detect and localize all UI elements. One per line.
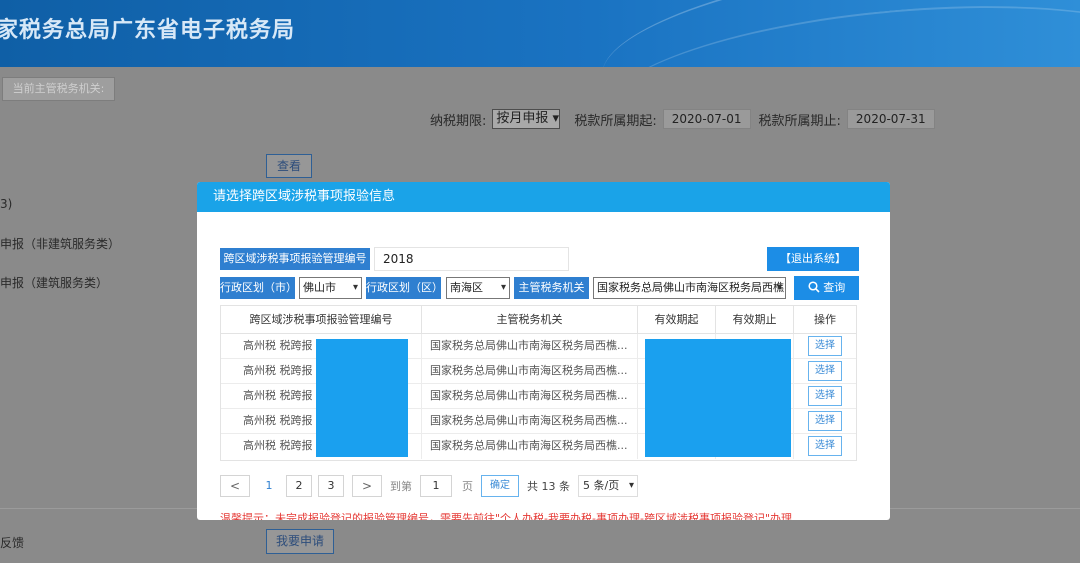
period-label: 纳税期限: [430,113,487,129]
redaction-block [316,339,408,457]
select-row-button[interactable]: 选择 [808,361,842,381]
warning-tip: 温馨提示：未完成报验登记的报验管理编号，需要先前往"个人办税-我要办税-事项办理… [220,512,793,520]
goto-label: 到第 [390,480,412,493]
search-icon [808,281,820,293]
bg-row-construction: 申报（建筑服务类） [0,276,109,290]
tax-period-row: 纳税期限: 按月申报 ▾ 税款所属期起: 2020-07-01 税款所属期止: … [430,108,943,130]
code-label: 跨区域涉税事项报验管理编号 [220,248,370,270]
cell-authority: 国家税务总局佛山市南海区税务局西樵... [422,409,638,433]
total-count: 共 13 条 [527,480,570,493]
logout-button[interactable]: 【退出系统】 [767,247,859,271]
authority-select[interactable]: 国家税务总局佛山市南海区税务局西樵 ▾ [593,277,786,299]
select-row-button[interactable]: 选择 [808,411,842,431]
cell-authority: 国家税务总局佛山市南海区税务局西樵... [422,334,638,358]
code-input[interactable]: 2018 [374,247,569,271]
select-registration-dialog: 请选择跨区域涉税事项报验信息 跨区域涉税事项报验管理编号 2018 【退出系统】… [197,182,890,520]
view-button[interactable]: 查看 [266,154,312,178]
start-date-label: 税款所属期起: [574,113,657,129]
table-header: 跨区域涉税事项报验管理编号 主管税务机关 有效期起 有效期止 操作 [221,306,856,334]
chevron-down-icon: ▾ [352,282,358,293]
goto-confirm-button[interactable]: 确定 [481,475,519,497]
col-header-action: 操作 [814,313,836,326]
authority-label: 主管税务机关 [514,277,589,299]
end-date-field[interactable]: 2020-07-31 [846,109,935,129]
pagination: < 1 2 3 > 到第 1 页 确定 共 13 条 5 条/页 ▾ [220,474,638,498]
bg-row-non-construction: 申报（非建筑服务类） [0,237,121,251]
chevron-down-icon: ▾ [776,282,782,293]
col-header-valid-from: 有效期起 [638,306,716,333]
period-select[interactable]: 按月申报 ▾ [492,109,561,129]
select-row-button[interactable]: 选择 [808,336,842,356]
col-header-code: 跨区域涉税事项报验管理编号 [221,306,422,333]
page-3[interactable]: 3 [318,475,344,497]
district-label: 行政区划（区） [366,277,443,299]
page-2[interactable]: 2 [286,475,312,497]
next-page-button[interactable]: > [352,475,382,497]
start-date-field[interactable]: 2020-07-01 [662,109,751,129]
current-tax-authority-button[interactable]: 当前主管税务机关: [2,77,115,101]
chevron-down-icon: ▾ [500,282,506,293]
cell-action: 选择 [794,384,856,408]
district-select[interactable]: 南海区 ▾ [446,277,510,299]
cell-action: 选择 [794,409,856,433]
chevron-down-icon: ▾ [628,480,634,491]
bg-row-text: 3) [0,197,13,211]
prev-page-button[interactable]: < [220,475,250,497]
dialog-title: 请选择跨区域涉税事项报验信息 [197,182,890,212]
page-size-select[interactable]: 5 条/页 ▾ [578,475,638,497]
page-1[interactable]: 1 [258,475,280,497]
city-select[interactable]: 佛山市 ▾ [299,277,362,299]
cell-action: 选择 [794,434,856,459]
cell-authority: 国家税务总局佛山市南海区税务局西樵... [422,359,638,383]
end-date-label: 税款所属期止: [758,113,841,129]
col-header-authority: 主管税务机关 [422,306,638,333]
col-header-valid-to: 有效期止 [716,306,794,333]
bg-row-feedback: 反馈 [0,536,25,550]
registration-table: 跨区域涉税事项报验管理编号 主管税务机关 有效期起 有效期止 操作 高州税 税跨… [220,305,857,461]
cell-action: 选择 [794,334,856,358]
cell-authority: 国家税务总局佛山市南海区税务局西樵... [422,384,638,408]
apply-button[interactable]: 我要申请 [266,529,334,554]
redaction-block [645,339,791,457]
city-label: 行政区划（市） [220,277,297,299]
site-header: 家税务总局广东省电子税务局 [0,0,1080,67]
cell-action: 选择 [794,359,856,383]
page-unit-label: 页 [462,480,473,493]
cell-authority: 国家税务总局佛山市南海区税务局西樵... [422,434,638,459]
select-row-button[interactable]: 选择 [808,436,842,456]
select-row-button[interactable]: 选择 [808,386,842,406]
query-button[interactable]: 查询 [794,276,859,300]
site-title: 家税务总局广东省电子税务局 [0,18,296,43]
goto-page-input[interactable]: 1 [420,475,452,497]
